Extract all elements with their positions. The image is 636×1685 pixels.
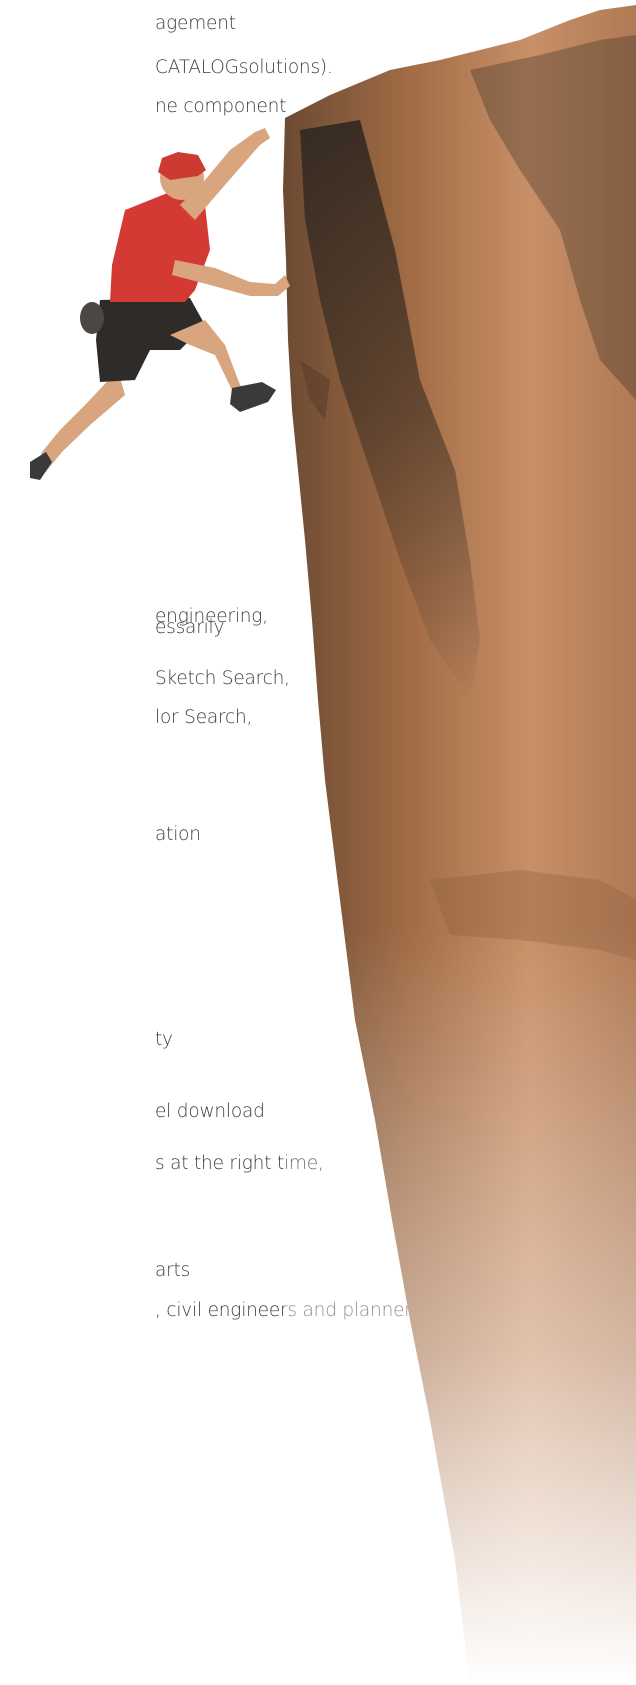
rock-cliff xyxy=(283,0,636,1685)
climber-figure xyxy=(30,128,290,480)
rock-climber-photo xyxy=(30,0,636,1685)
